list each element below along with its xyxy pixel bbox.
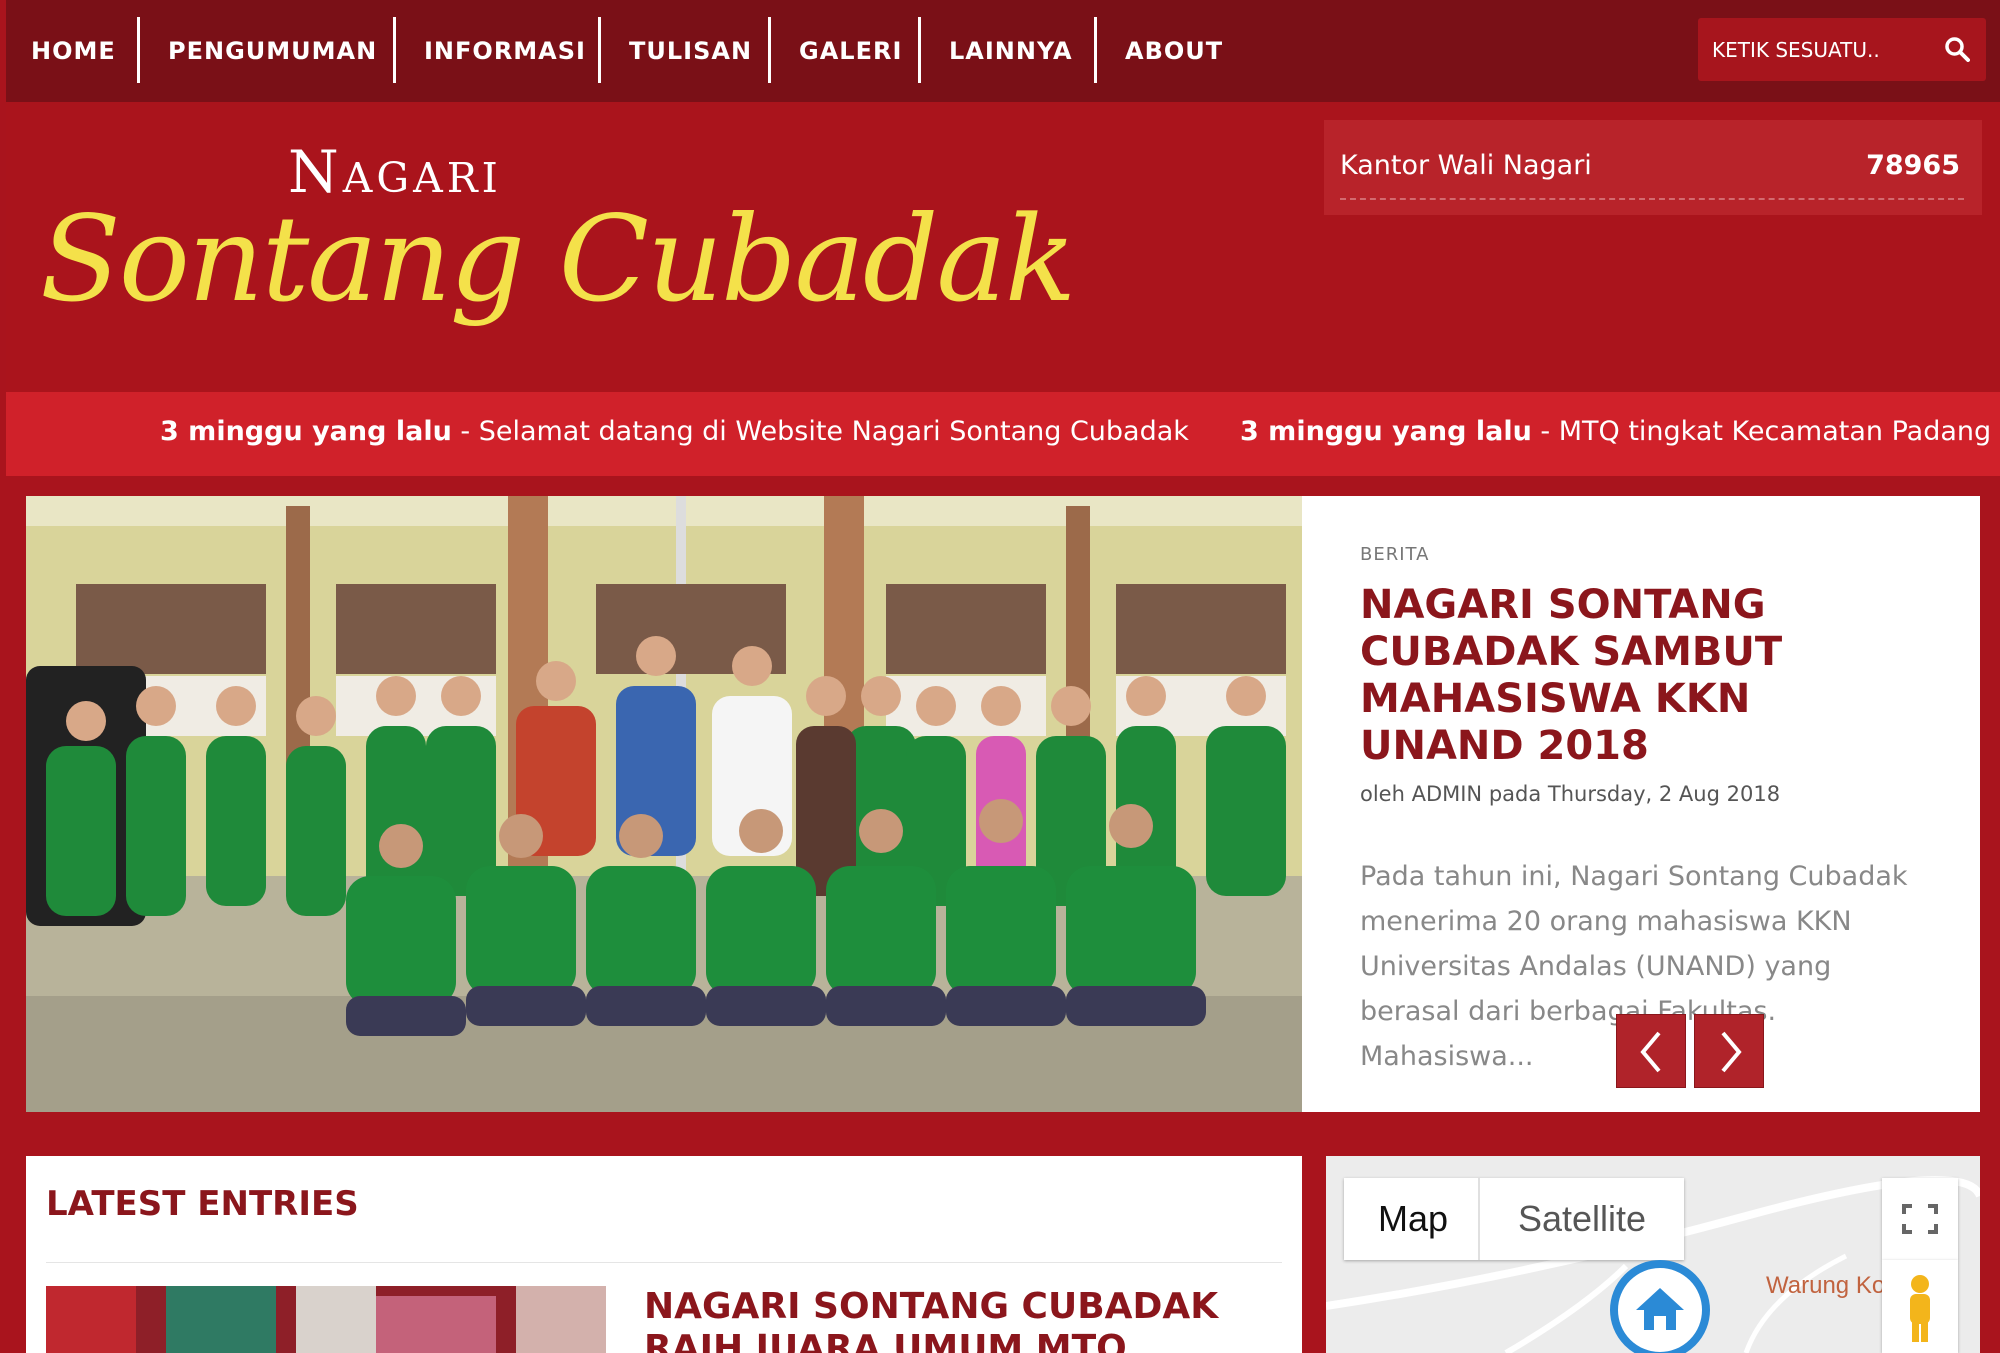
news-ticker: 3 minggu yang lalu - Selamat datang di W…: [6, 392, 2000, 476]
featured-photo[interactable]: [26, 496, 1302, 1112]
slider-next-button[interactable]: [1694, 1014, 1764, 1088]
fullscreen-button[interactable]: [1882, 1178, 1958, 1260]
entry-title[interactable]: Nagari Sontang Cubadak Raih Juara Umum M…: [644, 1286, 1284, 1353]
logo-script-text[interactable]: Sontang Cubadak: [40, 190, 1076, 328]
nav-galeri[interactable]: GALERI: [799, 0, 902, 102]
nav-pengumuman[interactable]: PENGUMUMAN: [168, 0, 377, 102]
ticker-item[interactable]: 3 minggu yang lalu - Selamat datang di W…: [160, 416, 1189, 447]
pegman-icon: [1910, 1275, 1930, 1342]
nav-lainnya[interactable]: LAINNYA: [949, 0, 1073, 102]
map-view-button[interactable]: Map: [1378, 1178, 1448, 1260]
search-input[interactable]: [1712, 18, 1942, 81]
satellite-view-button[interactable]: Satellite: [1518, 1178, 1646, 1260]
home-icon: [1636, 1288, 1684, 1330]
map-marker[interactable]: [1610, 1260, 1710, 1353]
counter-value: 78965: [1866, 150, 1960, 181]
nav-about[interactable]: ABOUT: [1125, 0, 1223, 102]
nav-divider: [598, 17, 601, 83]
nav-divider: [137, 17, 140, 83]
entry-thumbnail[interactable]: [46, 1286, 606, 1353]
ticker-time: 3 minggu yang lalu: [160, 416, 452, 447]
featured-article-panel: BERITA Nagari Sontang Cubadak Sambut Mah…: [1302, 496, 1980, 1112]
search-box: [1698, 18, 1986, 81]
ticker-text: - MTQ tingkat Kecamatan Padang Ge: [1531, 416, 2000, 447]
street-view-pegman[interactable]: [1882, 1260, 1958, 1353]
map-widget[interactable]: Map Satellite Warung Ko: [1326, 1156, 1980, 1353]
search-icon[interactable]: [1944, 36, 1970, 62]
featured-slider: BERITA Nagari Sontang Cubadak Sambut Mah…: [26, 496, 1980, 1112]
map-control-divider: [1478, 1178, 1480, 1260]
ticker-text: - Selamat datang di Website Nagari Sonta…: [451, 416, 1189, 447]
map-type-control: Map Satellite: [1344, 1178, 1684, 1260]
nav-home[interactable]: HOME: [31, 0, 116, 102]
latest-entries-section: LATEST ENTRIES Nagari Sontang Cubadak Ra…: [26, 1156, 1302, 1353]
nav-informasi[interactable]: INFORMASI: [424, 0, 586, 102]
chevron-left-icon: [1640, 1031, 1661, 1073]
section-divider: [46, 1262, 1282, 1263]
map-place-label: Warung Ko: [1766, 1272, 1886, 1299]
ticker-time: 3 minggu yang lalu: [1240, 416, 1532, 447]
chevron-right-icon: [1721, 1031, 1742, 1073]
article-title[interactable]: Nagari Sontang Cubadak Sambut Mahasiswa …: [1360, 582, 1920, 770]
slider-prev-button[interactable]: [1616, 1014, 1686, 1088]
nav-tulisan[interactable]: TULISAN: [629, 0, 752, 102]
counter-divider: [1340, 198, 1964, 200]
section-title: LATEST ENTRIES: [46, 1184, 359, 1224]
nav-divider: [768, 17, 771, 83]
fullscreen-icon: [1902, 1204, 1938, 1234]
article-byline: oleh ADMIN pada Thursday, 2 Aug 2018: [1360, 782, 1781, 806]
nav-divider: [918, 17, 921, 83]
top-navigation: HOME PENGUMUMAN INFORMASI TULISAN GALERI…: [6, 0, 2000, 102]
ticker-item[interactable]: 3 minggu yang lalu - MTQ tingkat Kecamat…: [1240, 416, 2000, 447]
counter-label: Kantor Wali Nagari: [1340, 150, 1592, 181]
nav-divider: [393, 17, 396, 83]
visitor-counter-widget: Kantor Wali Nagari 78965: [1324, 120, 1982, 215]
nav-divider: [1094, 17, 1097, 83]
article-category[interactable]: BERITA: [1360, 544, 1429, 565]
